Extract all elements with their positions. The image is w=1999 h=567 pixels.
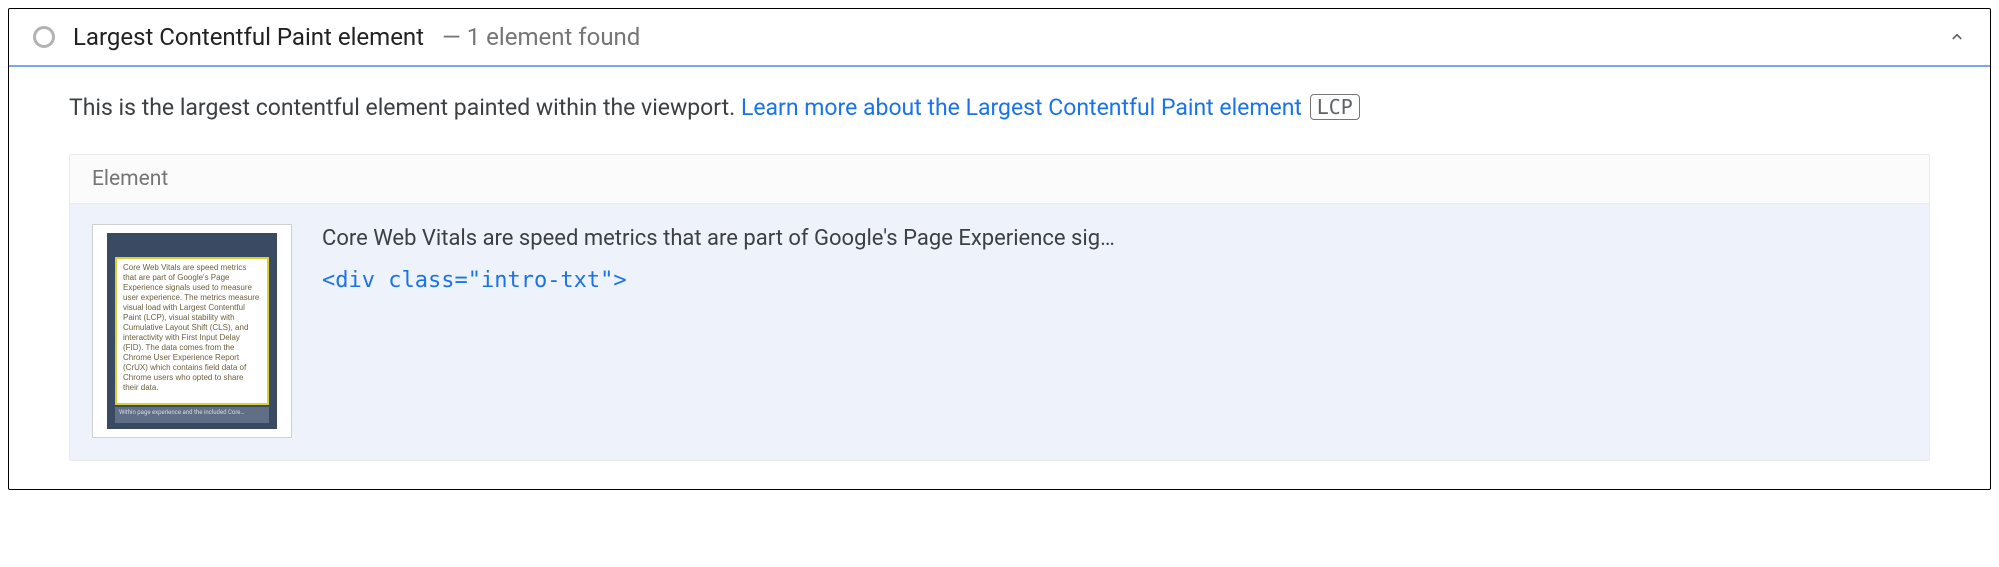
status-circle-icon: [33, 26, 55, 48]
element-table-header: Element: [70, 155, 1929, 204]
audit-body: This is the largest contentful element p…: [9, 67, 1990, 489]
table-row[interactable]: Core Web Vitals are speed metrics that a…: [70, 204, 1929, 460]
metric-tag: LCP: [1310, 94, 1360, 120]
chevron-up-icon[interactable]: [1948, 28, 1966, 46]
element-details: Core Web Vitals are speed metrics that a…: [322, 224, 1907, 294]
audit-description: This is the largest contentful element p…: [69, 91, 1930, 126]
description-text: This is the largest contentful element p…: [69, 94, 741, 121]
thumbnail-footer: Within page experience and the included …: [115, 407, 269, 423]
element-snippet: Core Web Vitals are speed metrics that a…: [322, 224, 1907, 255]
learn-more-link[interactable]: Learn more about the Largest Contentful …: [741, 94, 1302, 121]
element-thumbnail: Core Web Vitals are speed metrics that a…: [92, 224, 292, 438]
audit-item: Largest Contentful Paint element — 1 ele…: [8, 8, 1991, 490]
element-table: Element Core Web Vitals are speed metric…: [69, 154, 1930, 461]
audit-subtitle: — 1 element found: [442, 23, 640, 51]
thumbnail-text: Core Web Vitals are speed metrics that a…: [115, 257, 269, 405]
audit-title: Largest Contentful Paint element: [73, 23, 424, 51]
element-selector: <div class="intro-txt">: [322, 268, 1907, 293]
audit-header[interactable]: Largest Contentful Paint element — 1 ele…: [9, 9, 1990, 67]
